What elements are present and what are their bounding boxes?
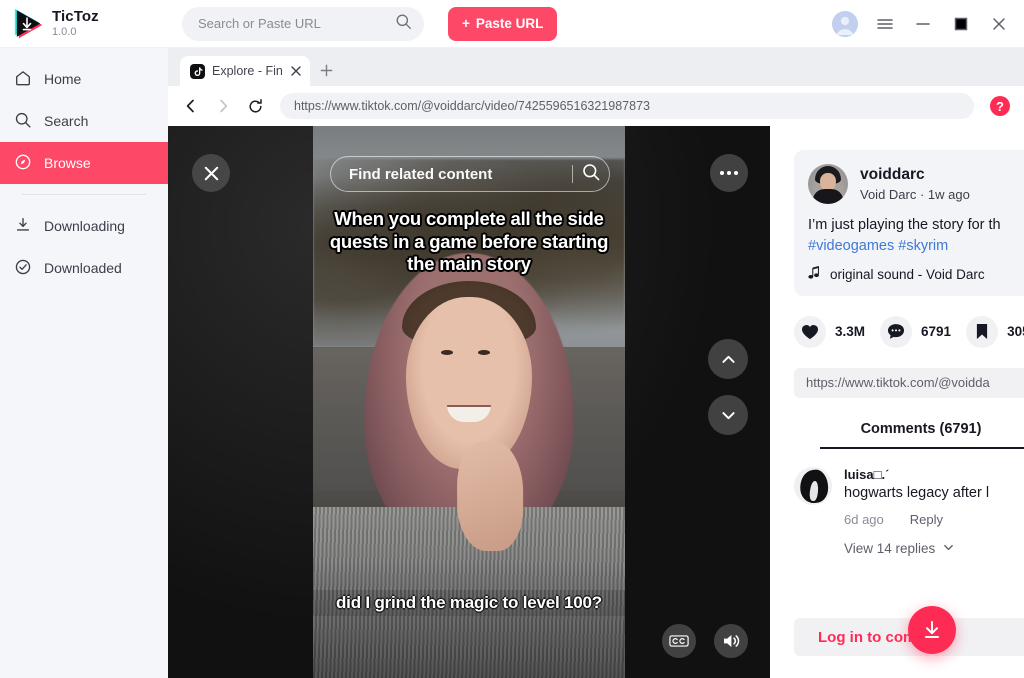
search-icon[interactable] bbox=[581, 162, 601, 187]
comments-tab-label: Comments (6791) bbox=[860, 420, 982, 437]
comment-icon[interactable] bbox=[880, 315, 913, 348]
app-version: 1.0.0 bbox=[52, 25, 77, 38]
author-card: voiddarc Void Darc · 1w ago I’m just pla… bbox=[794, 150, 1024, 296]
video-info-panel: voiddarc Void Darc · 1w ago I’m just pla… bbox=[770, 126, 1024, 678]
music-note-icon bbox=[808, 265, 821, 283]
video-overlay-text: When you complete all the side quests in… bbox=[329, 208, 609, 275]
tictoz-logo-icon bbox=[12, 8, 43, 39]
sidebar-item-search[interactable]: Search bbox=[0, 100, 168, 142]
author-meta: Void Darc · 1w ago bbox=[860, 187, 970, 203]
chevron-down-icon bbox=[942, 541, 955, 557]
main-body: Home Search Browse Downloading Downloade… bbox=[0, 48, 1024, 678]
post-description: I’m just playing the story for th bbox=[808, 217, 1001, 233]
download-tray-icon bbox=[14, 216, 32, 237]
paste-url-label: Paste URL bbox=[475, 16, 544, 31]
home-icon bbox=[14, 69, 32, 90]
engagement-stats: 3.3M 6791 30 bbox=[794, 315, 1024, 348]
download-button[interactable] bbox=[908, 606, 956, 654]
title-bar: TicToz 1.0.0 + Paste URL bbox=[0, 0, 1024, 48]
forward-button[interactable] bbox=[210, 93, 236, 119]
sidebar: Home Search Browse Downloading Downloade… bbox=[0, 48, 168, 678]
comment-reply-button[interactable]: Reply bbox=[910, 512, 943, 527]
comment-timestamp: 6d ago bbox=[844, 511, 884, 527]
browser-tab-strip: Explore - Find bbox=[168, 48, 1024, 86]
help-icon[interactable]: ? bbox=[990, 96, 1010, 116]
maximize-icon[interactable] bbox=[950, 13, 972, 35]
video-stage: When you complete all the side quests in… bbox=[168, 126, 770, 678]
url-text: https://www.tiktok.com/@voiddarc/video/7… bbox=[294, 99, 650, 113]
minimize-icon[interactable] bbox=[912, 13, 934, 35]
video-player[interactable]: When you complete all the side quests in… bbox=[313, 126, 625, 678]
sidebar-item-browse[interactable]: Browse bbox=[0, 142, 168, 184]
comment-item: luisa□.ˊ hogwarts legacy after l 6d ago … bbox=[794, 449, 1024, 527]
new-tab-button[interactable] bbox=[312, 55, 340, 85]
account-avatar-icon[interactable] bbox=[832, 10, 858, 37]
sidebar-item-label: Browse bbox=[44, 155, 91, 171]
tab-close-icon[interactable] bbox=[290, 65, 302, 77]
find-related-content-search[interactable]: Find related content bbox=[330, 156, 610, 192]
view-replies-label: View 14 replies bbox=[844, 541, 936, 557]
browser-tab[interactable]: Explore - Find bbox=[180, 56, 310, 86]
bookmark-icon[interactable] bbox=[966, 315, 999, 348]
search-divider bbox=[572, 165, 573, 183]
music-row[interactable]: original sound - Void Darc bbox=[808, 265, 1024, 283]
browser-content: When you complete all the side quests in… bbox=[168, 126, 1024, 678]
comment-count: 6791 bbox=[921, 324, 952, 340]
search-icon bbox=[395, 13, 412, 35]
app-window: TicToz 1.0.0 + Paste URL bbox=[0, 0, 1024, 678]
comment-text: hogwarts legacy after l bbox=[844, 484, 990, 501]
closed-captions-button[interactable] bbox=[662, 624, 696, 658]
commenter-username[interactable]: luisa□.ˊ bbox=[844, 467, 989, 482]
author-avatar[interactable] bbox=[808, 164, 848, 204]
search-icon bbox=[14, 111, 32, 132]
volume-button[interactable] bbox=[714, 624, 748, 658]
hamburger-menu-icon[interactable] bbox=[874, 13, 896, 35]
close-icon[interactable] bbox=[988, 13, 1010, 35]
help-label: ? bbox=[996, 98, 1004, 114]
reload-button[interactable] bbox=[242, 93, 268, 119]
post-hashtags[interactable]: #videogames #skyrim bbox=[808, 238, 1024, 254]
next-video-button[interactable] bbox=[708, 395, 748, 435]
check-circle-icon bbox=[14, 258, 32, 279]
save-count: 305.6K bbox=[1007, 324, 1024, 340]
video-subtitle-text: did I grind the magic to level 100? bbox=[313, 590, 625, 616]
window-controls bbox=[832, 10, 1010, 37]
share-url-field[interactable]: https://www.tiktok.com/@voidda bbox=[794, 367, 1024, 398]
search-input[interactable] bbox=[198, 16, 395, 31]
url-input[interactable]: https://www.tiktok.com/@voiddarc/video/7… bbox=[280, 93, 974, 119]
plus-icon: + bbox=[462, 16, 470, 31]
sidebar-item-downloading[interactable]: Downloading bbox=[0, 205, 168, 247]
browser-url-bar: https://www.tiktok.com/@voiddarc/video/7… bbox=[168, 86, 1024, 126]
view-replies-button[interactable]: View 14 replies bbox=[844, 541, 1024, 557]
more-options-button[interactable] bbox=[710, 154, 748, 192]
tiktok-favicon bbox=[190, 63, 205, 79]
heart-icon[interactable] bbox=[794, 315, 826, 348]
share-url-text: https://www.tiktok.com/@voidda bbox=[806, 375, 990, 391]
tab-underline bbox=[820, 446, 1024, 449]
sidebar-divider bbox=[22, 194, 146, 195]
app-title: TicToz bbox=[52, 7, 99, 25]
close-video-button[interactable] bbox=[192, 154, 230, 192]
embedded-browser: Explore - Find https://www.tiktok.com/@v… bbox=[168, 48, 1024, 678]
sidebar-item-label: Search bbox=[44, 113, 89, 129]
sidebar-item-label: Home bbox=[44, 71, 82, 87]
find-related-placeholder: Find related content bbox=[349, 165, 493, 183]
sidebar-item-label: Downloaded bbox=[44, 260, 122, 276]
sidebar-item-home[interactable]: Home bbox=[0, 58, 168, 100]
like-count: 3.3M bbox=[835, 324, 866, 340]
author-username[interactable]: voiddarc bbox=[860, 166, 970, 185]
music-label: original sound - Void Darc bbox=[830, 266, 985, 282]
previous-video-button[interactable] bbox=[708, 339, 748, 379]
commenter-avatar[interactable] bbox=[794, 466, 832, 505]
compass-icon bbox=[14, 153, 32, 174]
app-brand: TicToz 1.0.0 bbox=[12, 9, 162, 39]
sidebar-item-downloaded[interactable]: Downloaded bbox=[0, 247, 168, 289]
sidebar-item-label: Downloading bbox=[44, 218, 125, 234]
paste-url-button[interactable]: + Paste URL bbox=[448, 6, 558, 41]
global-search-box[interactable] bbox=[182, 6, 424, 41]
browser-tab-title: Explore - Find bbox=[212, 64, 283, 78]
tab-comments[interactable]: Comments (6791) bbox=[794, 420, 1024, 449]
back-button[interactable] bbox=[178, 93, 204, 119]
